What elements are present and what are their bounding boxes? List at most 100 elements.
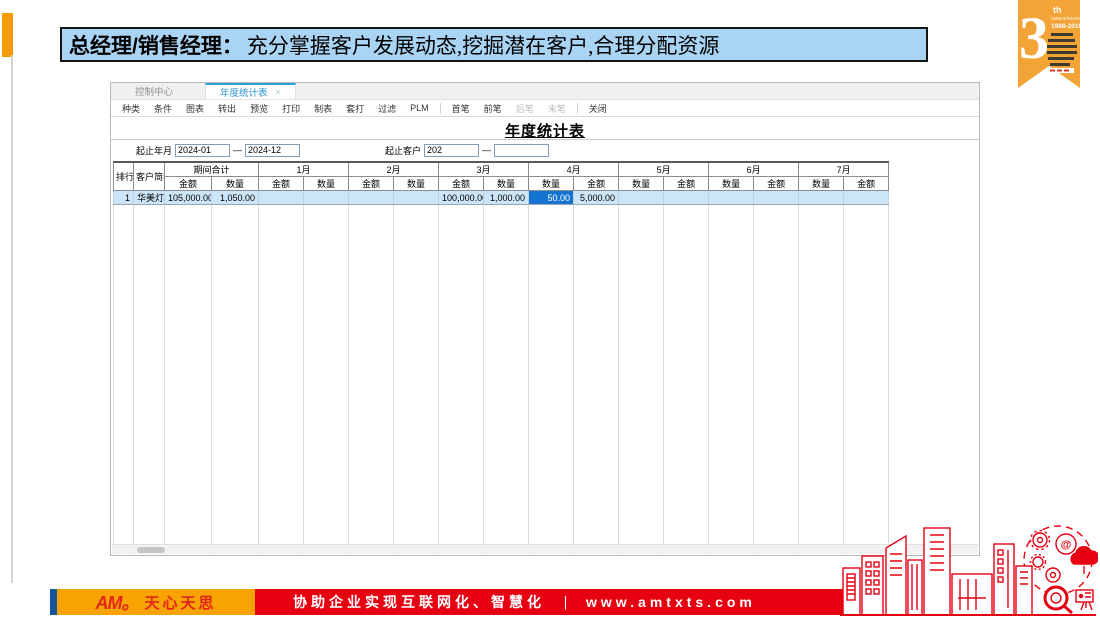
sub-column-header[interactable]: 金额 <box>574 177 619 191</box>
value-cell[interactable]: 1,000.00 <box>484 191 529 205</box>
empty-cell <box>709 205 754 556</box>
sub-column-header[interactable]: 数量 <box>212 177 259 191</box>
sub-column-header[interactable]: 金额 <box>165 177 212 191</box>
period-to-input[interactable] <box>245 144 300 157</box>
value-cell[interactable] <box>709 191 754 205</box>
value-cell[interactable] <box>754 191 799 205</box>
empty-cell <box>212 205 259 556</box>
sub-column-header[interactable]: 金额 <box>259 177 304 191</box>
tab-label: 年度统计表 <box>220 85 268 99</box>
group-column-header[interactable]: 6月 <box>709 162 799 177</box>
menu-item: 后笔 <box>509 102 541 115</box>
svg-text:@: @ <box>1061 539 1072 551</box>
tab-annual-statistics[interactable]: 年度统计表 × <box>205 83 296 99</box>
empty-cell <box>619 205 664 556</box>
rank-column-header[interactable]: 排行 <box>114 162 134 191</box>
value-cell[interactable]: 5,000.00 <box>574 191 619 205</box>
menu-item[interactable]: 首笔 <box>445 102 477 115</box>
slide: 总经理/销售经理： 充分掌握客户发展动态,挖掘潜在客户,合理分配资源 3 th … <box>0 0 1100 619</box>
menu-item[interactable]: 转出 <box>211 102 243 115</box>
menu-item[interactable]: 套打 <box>339 102 371 115</box>
menu-item: 末笔 <box>541 102 573 115</box>
sub-column-header[interactable]: 数量 <box>484 177 529 191</box>
group-column-header[interactable]: 5月 <box>619 162 709 177</box>
empty-cell <box>799 205 844 556</box>
anniversary-badge: 3 th ANNIVERSARY 1988-2018 <box>1018 0 1080 92</box>
menu-item[interactable]: 种类 <box>115 102 147 115</box>
rank-cell[interactable]: 1 <box>114 191 134 205</box>
footer-tagline: 协助企业实现互联网化、智慧化 <box>293 592 545 612</box>
group-column-header[interactable]: 3月 <box>439 162 529 177</box>
sub-column-header[interactable]: 数量 <box>619 177 664 191</box>
sub-column-header[interactable]: 金额 <box>349 177 394 191</box>
sub-column-header[interactable]: 数量 <box>529 177 574 191</box>
sub-column-header[interactable]: 数量 <box>709 177 754 191</box>
magnifier-icon <box>1045 587 1067 609</box>
am-logo: AM。 <box>95 589 138 615</box>
menu-bar: 种类条件图表转出预览打印制表套打过滤PLM 首笔前笔后笔末笔关闭 <box>111 100 979 117</box>
menu-item[interactable]: 打印 <box>275 102 307 115</box>
menu-separator <box>440 103 441 114</box>
badge-suffix: th <box>1053 5 1062 15</box>
close-tab-icon[interactable]: × <box>276 87 281 97</box>
value-cell[interactable] <box>619 191 664 205</box>
sub-column-header[interactable]: 数量 <box>799 177 844 191</box>
sub-column-header[interactable]: 金额 <box>664 177 709 191</box>
group-column-header[interactable]: 7月 <box>799 162 889 177</box>
group-column-header[interactable]: 4月 <box>529 162 619 177</box>
sub-column-header[interactable]: 数量 <box>304 177 349 191</box>
group-column-header[interactable]: 期间合计 <box>165 162 259 177</box>
empty-cell <box>574 205 619 556</box>
value-cell[interactable] <box>259 191 304 205</box>
footer-blue-stripe <box>50 589 57 615</box>
badge-digit: 3 <box>1019 5 1049 71</box>
value-cell[interactable] <box>349 191 394 205</box>
group-column-header[interactable]: 1月 <box>259 162 349 177</box>
ring-icon <box>1046 568 1060 582</box>
gear-icon <box>1033 557 1043 567</box>
empty-cell <box>844 205 889 556</box>
value-cell[interactable] <box>394 191 439 205</box>
sub-column-header[interactable]: 金额 <box>844 177 889 191</box>
menu-item[interactable]: PLM <box>403 103 436 113</box>
value-cell[interactable]: 105,000.00 <box>165 191 212 205</box>
empty-cell <box>134 205 165 556</box>
value-cell[interactable]: 1,050.00 <box>212 191 259 205</box>
menu-item[interactable]: 前笔 <box>477 102 509 115</box>
period-from-input[interactable] <box>175 144 230 157</box>
footer-logo-area: AM。 天心天思 <box>57 589 255 615</box>
customer-column-header[interactable]: 客户简称 <box>134 162 165 191</box>
footer-website: www.amtxts.com <box>586 594 756 610</box>
value-cell[interactable] <box>304 191 349 205</box>
tab-control-center[interactable]: 控制中心 <box>121 83 187 99</box>
empty-cell <box>484 205 529 556</box>
customer-cell[interactable]: 华美灯饰 <box>134 191 165 205</box>
empty-cell <box>114 205 134 556</box>
tab-bar: 控制中心 年度统计表 × <box>111 83 979 100</box>
footer-tagline-area: 协助企业实现互联网化、智慧化 ｜ www.amtxts.com <box>255 589 845 615</box>
role-banner: 总经理/销售经理： 充分掌握客户发展动态,挖掘潜在客户,合理分配资源 <box>60 27 928 62</box>
scrollbar-thumb[interactable] <box>137 547 165 553</box>
value-cell[interactable]: 100,000.00 <box>439 191 484 205</box>
menu-item[interactable]: 条件 <box>147 102 179 115</box>
customer-range-label: 起止客户 <box>385 144 421 157</box>
group-column-header[interactable]: 2月 <box>349 162 439 177</box>
sub-column-header[interactable]: 金额 <box>754 177 799 191</box>
menu-item[interactable]: 预览 <box>243 102 275 115</box>
customer-to-input[interactable] <box>494 144 549 157</box>
menu-item[interactable]: 图表 <box>179 102 211 115</box>
filter-row: 起止年月 — 起止客户 — <box>111 141 979 159</box>
customer-from-input[interactable] <box>424 144 479 157</box>
range-dash: — <box>233 145 242 155</box>
menu-item[interactable]: 制表 <box>307 102 339 115</box>
menu-item[interactable]: 关闭 <box>582 102 614 115</box>
value-cell[interactable] <box>844 191 889 205</box>
value-cell[interactable] <box>664 191 709 205</box>
value-cell[interactable] <box>799 191 844 205</box>
app-window: 控制中心 年度统计表 × 种类条件图表转出预览打印制表套打过滤PLM 首笔前笔后笔… <box>110 82 980 556</box>
selected-cell[interactable]: 50.00 <box>529 191 574 205</box>
menu-item[interactable]: 过滤 <box>371 102 403 115</box>
sub-column-header[interactable]: 金额 <box>439 177 484 191</box>
annual-statistics-table: 排行客户简称期间合计1月2月3月4月5月6月7月金额数量金额数量金额数量金额数量… <box>113 161 889 556</box>
sub-column-header[interactable]: 数量 <box>394 177 439 191</box>
